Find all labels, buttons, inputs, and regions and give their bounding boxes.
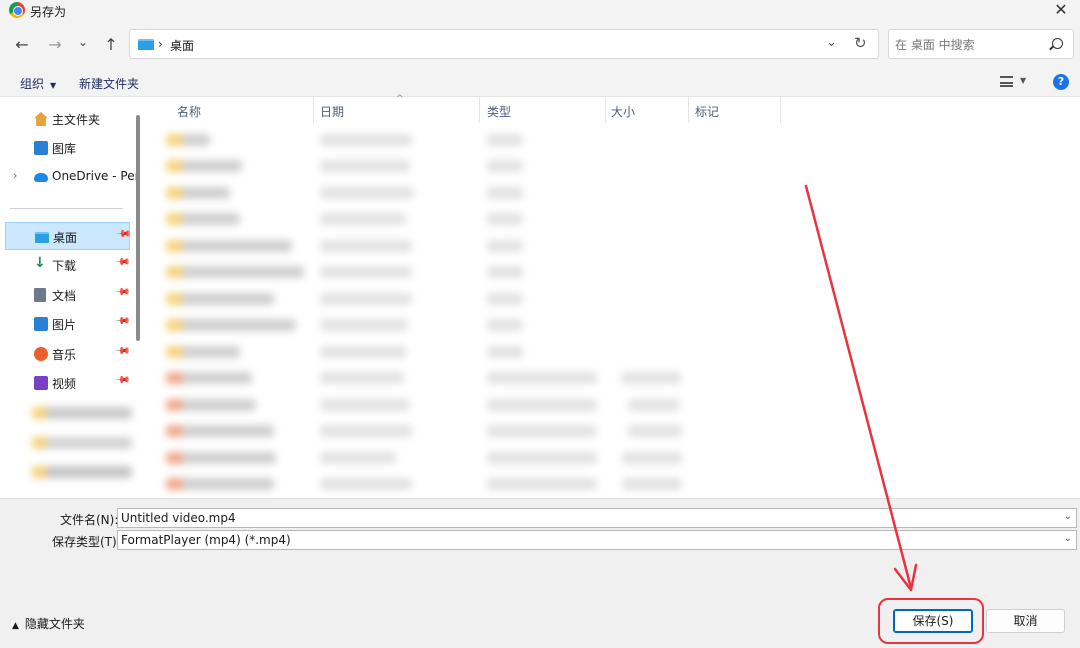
sidebar-item-gallery[interactable]: 图库 xyxy=(5,134,130,162)
annotation-highlight-ring xyxy=(878,598,984,644)
command-toolbar: 组织 ▼ 新建文件夹 ▼ ? xyxy=(0,70,1080,96)
column-divider[interactable] xyxy=(688,97,689,123)
sidebar-item-label: OneDrive - Per xyxy=(52,169,140,183)
pin-icon: 📌 xyxy=(113,313,131,330)
forward-arrow-icon[interactable]: → xyxy=(44,34,66,56)
collapse-caret-icon: ▲ xyxy=(12,621,19,631)
sidebar-item-label: 主文件夹 xyxy=(52,113,101,127)
address-bar[interactable]: › 桌面 ⌄ ↻ xyxy=(129,29,879,59)
sidebar-item-label: 图库 xyxy=(52,142,77,156)
documents-icon xyxy=(34,288,46,302)
main-area: 主文件夹 图库 › OneDrive - Per 桌面 📌 ↓ 下载 📌 文档 … xyxy=(0,94,1080,499)
address-dropdown-icon[interactable]: ⌄ xyxy=(826,35,837,50)
refresh-icon[interactable]: ↻ xyxy=(854,34,867,52)
sidebar-item-videos[interactable]: 视频 📌 xyxy=(5,369,131,397)
pin-icon: 📌 xyxy=(113,254,131,271)
column-header-tags[interactable]: 标记 xyxy=(695,103,719,120)
sidebar-item-pictures[interactable]: 图片 📌 xyxy=(5,310,131,338)
sidebar-item-label: 音乐 xyxy=(52,348,77,362)
organize-menu[interactable]: 组织 ▼ xyxy=(20,75,56,92)
filename-input[interactable] xyxy=(121,510,1021,526)
blurred-folder-item[interactable] xyxy=(32,437,132,449)
navigation-bar: ← → ⌄ ↑ › 桌面 ⌄ ↻ xyxy=(0,24,1080,68)
pictures-icon xyxy=(34,317,48,331)
filename-combobox[interactable]: ⌄ xyxy=(117,508,1077,528)
organize-label: 组织 xyxy=(20,77,45,91)
search-input[interactable] xyxy=(895,36,1045,54)
chrome-app-icon xyxy=(9,2,25,18)
up-arrow-icon[interactable]: ↑ xyxy=(100,34,122,56)
sidebar-item-music[interactable]: 音乐 📌 xyxy=(5,340,131,368)
sidebar-item-label: 图片 xyxy=(52,318,77,332)
column-header-date[interactable]: 日期 xyxy=(320,103,344,120)
pin-icon: 📌 xyxy=(114,226,132,243)
home-icon xyxy=(34,112,48,126)
search-icon[interactable] xyxy=(1052,38,1063,49)
filetype-select[interactable]: FormatPlayer (mp4) (*.mp4) ⌄ xyxy=(117,530,1077,550)
navigation-pane: 主文件夹 图库 › OneDrive - Per 桌面 📌 ↓ 下载 📌 文档 … xyxy=(0,97,146,499)
title-bar: 另存为 ✕ xyxy=(0,0,1080,22)
gallery-icon xyxy=(34,141,48,155)
sidebar-scrollbar[interactable] xyxy=(136,115,140,341)
column-divider[interactable] xyxy=(313,97,314,123)
back-arrow-icon[interactable]: ← xyxy=(11,34,33,56)
column-divider[interactable] xyxy=(605,97,606,123)
filetype-dropdown-icon[interactable]: ⌄ xyxy=(1064,533,1072,544)
view-options-icon[interactable] xyxy=(1000,76,1013,87)
breadcrumb-chevron-icon[interactable]: › xyxy=(158,37,163,51)
sort-ascending-icon: ^ xyxy=(396,94,404,104)
desktop-folder-icon xyxy=(138,39,154,50)
pin-icon: 📌 xyxy=(113,372,131,389)
column-header-name[interactable]: 名称 xyxy=(177,103,201,120)
column-divider[interactable] xyxy=(479,97,480,123)
download-icon: ↓ xyxy=(34,255,46,271)
help-icon[interactable]: ? xyxy=(1053,74,1069,90)
blurred-folder-item[interactable] xyxy=(32,407,132,419)
videos-icon xyxy=(34,376,48,390)
column-divider[interactable] xyxy=(780,97,781,123)
sidebar-item-label: 下载 xyxy=(52,259,77,273)
new-folder-button[interactable]: 新建文件夹 xyxy=(79,75,139,92)
hide-folders-toggle[interactable]: ▲ 隐藏文件夹 xyxy=(12,615,85,632)
music-icon xyxy=(34,347,48,361)
organize-caret-icon: ▼ xyxy=(50,81,57,90)
file-list: 名称 日期 ^ 类型 大小 标记 xyxy=(146,94,1080,499)
breadcrumb-desktop[interactable]: 桌面 xyxy=(170,37,194,54)
hide-folders-label: 隐藏文件夹 xyxy=(24,617,85,631)
expand-chevron-icon[interactable]: › xyxy=(13,169,17,182)
window-title: 另存为 xyxy=(30,5,67,19)
filetype-label: 保存类型(T): xyxy=(52,535,121,549)
blurred-folder-item[interactable] xyxy=(32,466,132,478)
recent-locations-chevron-icon[interactable]: ⌄ xyxy=(72,31,94,53)
filename-label: 文件名(N): xyxy=(60,513,119,527)
close-icon[interactable]: ✕ xyxy=(1050,0,1072,20)
desktop-icon xyxy=(35,232,49,243)
sidebar-divider xyxy=(10,208,123,209)
pin-icon: 📌 xyxy=(113,343,131,360)
search-box[interactable] xyxy=(888,29,1074,59)
sidebar-item-label: 视频 xyxy=(52,377,77,391)
sidebar-item-onedrive[interactable]: › OneDrive - Per xyxy=(5,163,140,191)
sidebar-item-downloads[interactable]: ↓ 下载 📌 xyxy=(5,251,131,279)
filename-dropdown-icon[interactable]: ⌄ xyxy=(1064,511,1072,522)
sidebar-item-label: 桌面 xyxy=(53,231,78,245)
sidebar-item-home[interactable]: 主文件夹 xyxy=(5,105,130,133)
cancel-button[interactable]: 取消 xyxy=(986,609,1065,633)
view-caret-icon[interactable]: ▼ xyxy=(1020,76,1026,85)
sidebar-item-documents[interactable]: 文档 📌 xyxy=(5,281,131,309)
pin-icon: 📌 xyxy=(113,284,131,301)
filetype-selected-value: FormatPlayer (mp4) (*.mp4) xyxy=(121,533,291,547)
onedrive-cloud-icon xyxy=(34,173,48,182)
sidebar-item-desktop[interactable]: 桌面 📌 xyxy=(5,222,132,250)
column-header-size[interactable]: 大小 xyxy=(611,103,635,120)
sidebar-item-label: 文档 xyxy=(52,289,77,303)
column-header-type[interactable]: 类型 xyxy=(487,103,511,120)
